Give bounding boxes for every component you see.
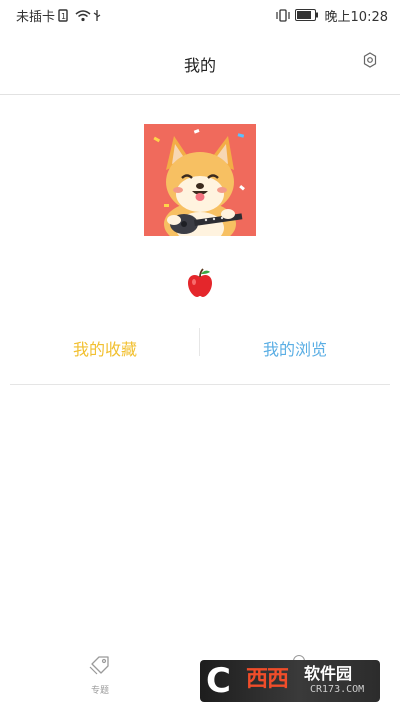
usb-icon: [92, 9, 106, 23]
svg-text:1: 1: [61, 12, 66, 21]
status-bar: 未插卡 1 晚上10:28: [0, 0, 400, 28]
avatar[interactable]: [144, 124, 256, 246]
watermark-c-glyph: C: [206, 661, 231, 701]
avatar-dog-image: [144, 124, 256, 246]
nav-item-topics[interactable]: 专题: [80, 655, 120, 703]
vibrate-icon: [275, 8, 290, 23]
profile-tabs: 我的收藏 我的浏览: [10, 322, 390, 385]
tab-history[interactable]: 我的浏览: [200, 336, 390, 364]
nav-label-topics: 专题: [90, 686, 109, 696]
header: 我的: [0, 28, 400, 95]
watermark-domain: CR173.COM: [310, 684, 365, 695]
sim-icon: 1: [58, 8, 72, 23]
settings-button[interactable]: [362, 52, 380, 70]
wifi-icon: [75, 9, 91, 23]
watermark-xixi: 西西: [246, 667, 289, 692]
tab-favorites[interactable]: 我的收藏: [10, 336, 200, 364]
page-title: 我的: [183, 56, 216, 75]
status-left: 未插卡 1: [16, 6, 106, 25]
gear-icon: [362, 52, 378, 72]
apple-icon: [186, 268, 214, 298]
watermark-brand: 软件园: [304, 664, 353, 683]
battery-icon: [294, 8, 319, 23]
status-right: 晚上10:28: [275, 6, 388, 25]
clock-text: 晚上10:28: [324, 10, 388, 25]
watermark-logo: C 西西 软件园 CR173.COM: [200, 660, 380, 702]
carrier-text: 未插卡: [16, 10, 56, 25]
tag-icon: [89, 656, 111, 679]
